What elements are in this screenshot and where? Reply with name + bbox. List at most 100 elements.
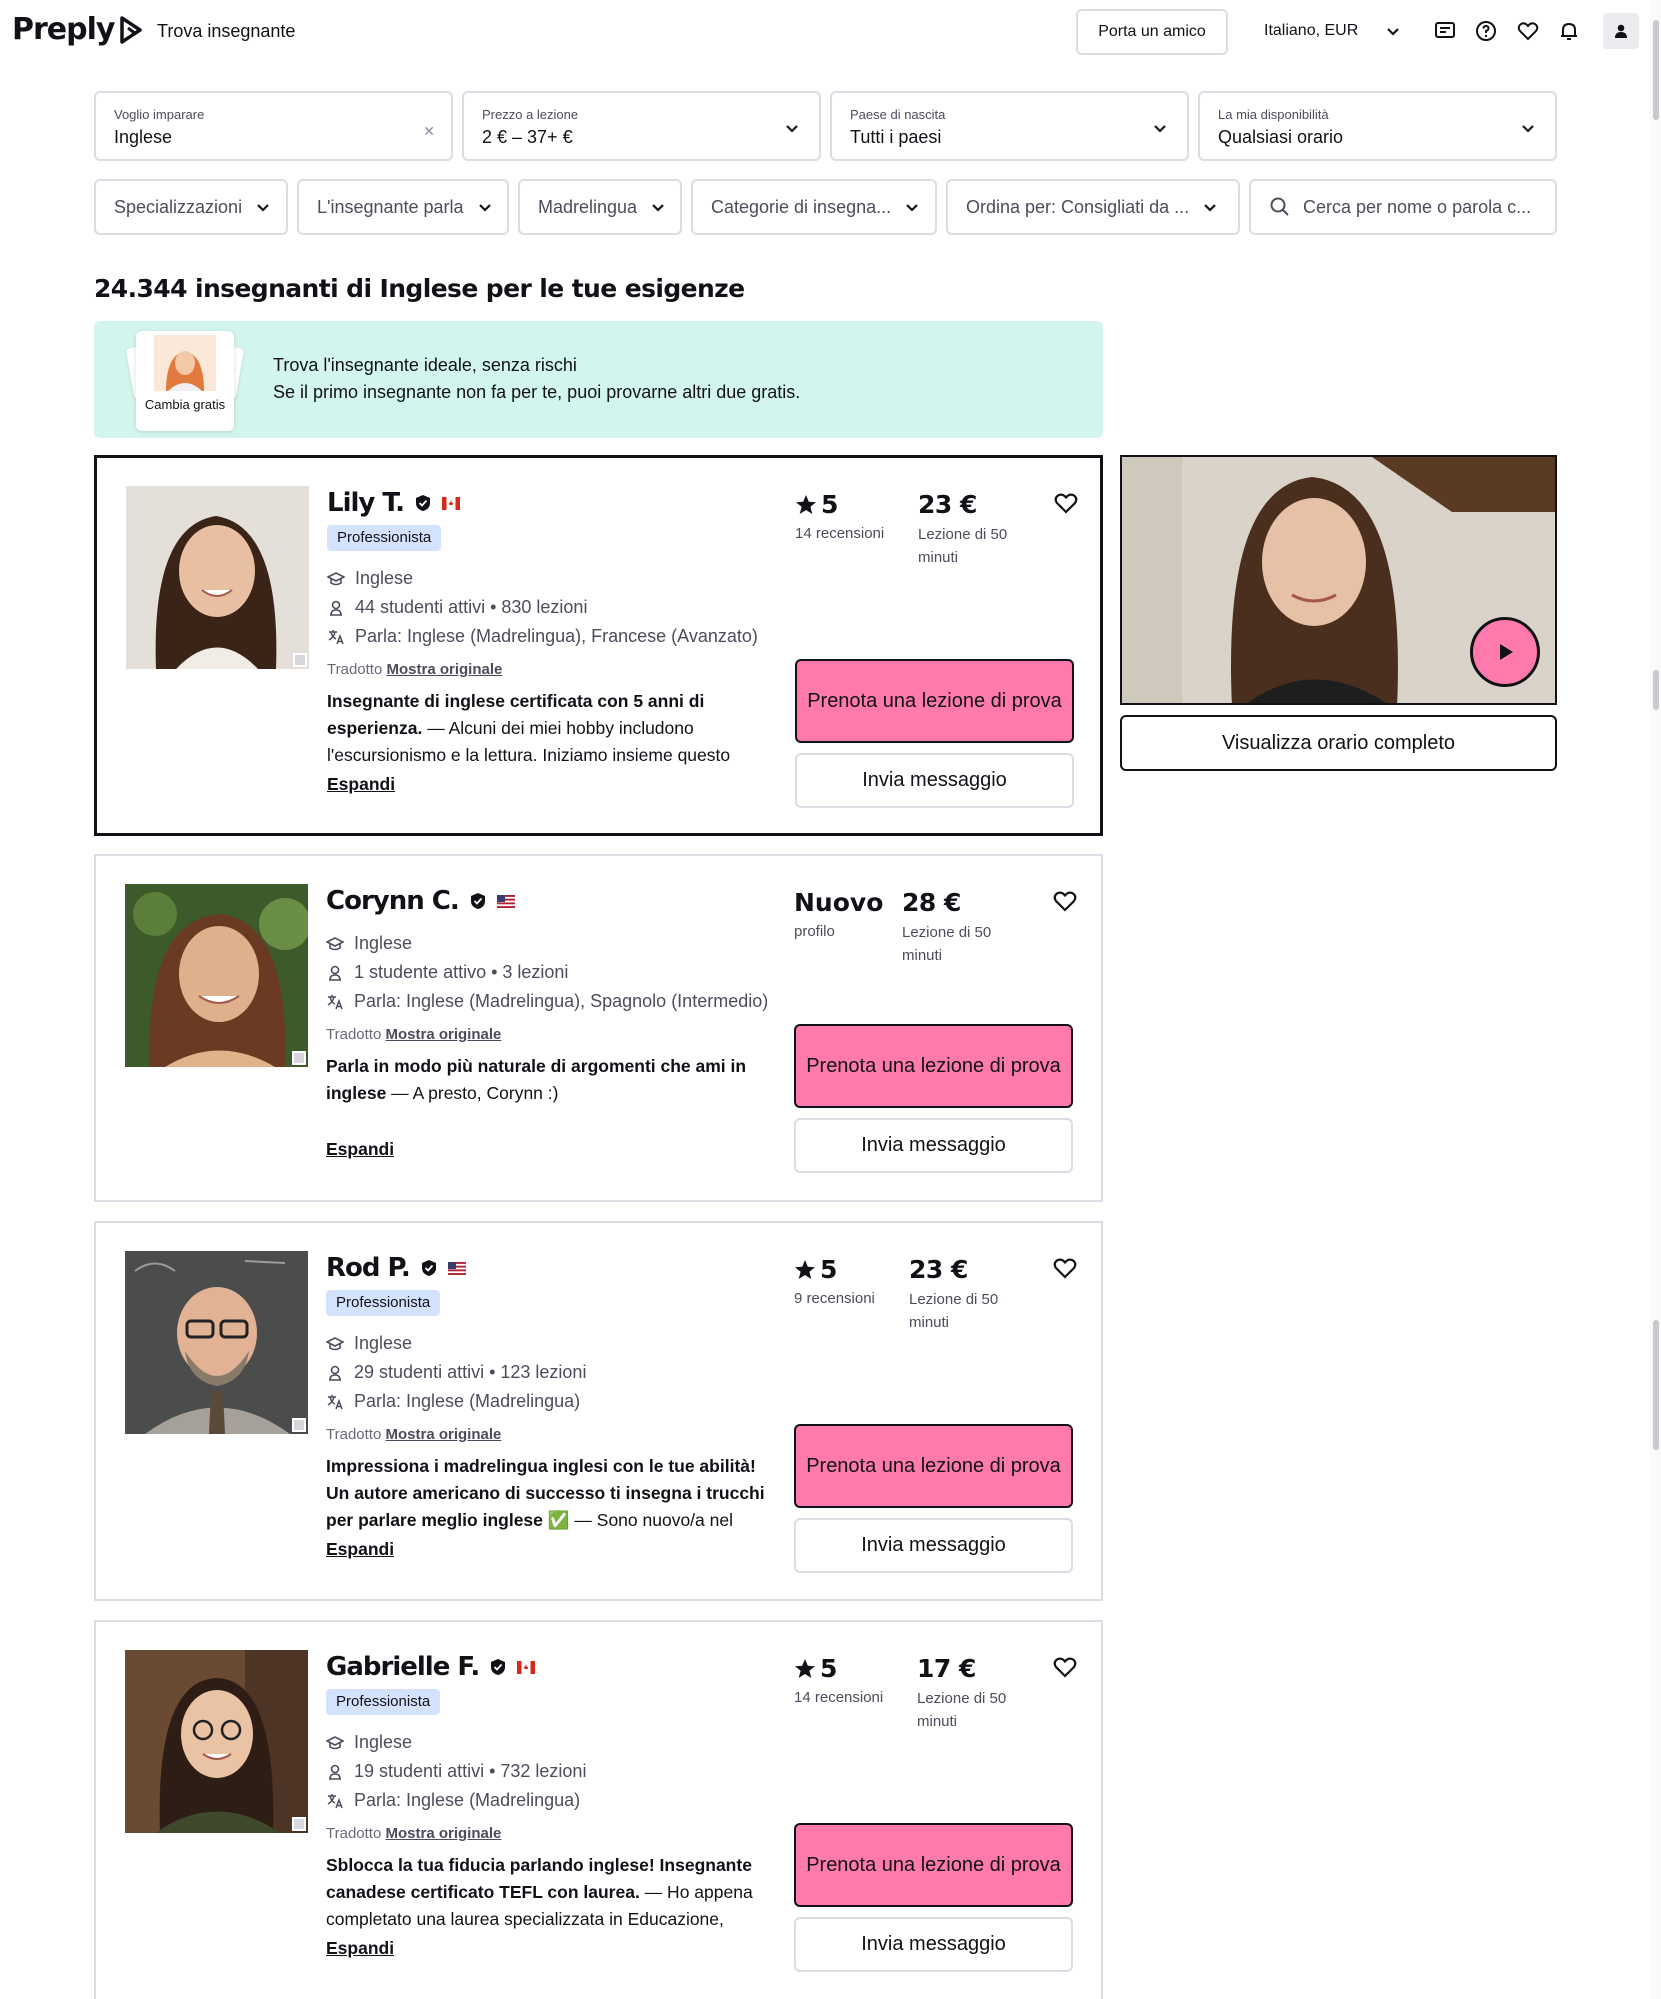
translated-note: Tradotto Mostra originale [327, 661, 502, 678]
book-trial-button[interactable]: Prenota una lezione di prova [794, 1424, 1073, 1508]
translated-label: Tradotto [326, 1825, 382, 1842]
invite-friend-button[interactable]: Porta un amico [1076, 9, 1228, 55]
send-message-button[interactable]: Invia messaggio [794, 1118, 1073, 1173]
language-currency-selector[interactable]: Italiano, EUR [1264, 22, 1402, 40]
subject-line: Inglese [327, 568, 413, 589]
availability-filter-value: Qualsiasi orario [1218, 127, 1344, 147]
tutor-name-row[interactable]: Lily T. [327, 488, 461, 518]
logo-mark-icon [120, 15, 143, 44]
translated-note: Tradotto Mostra originale [326, 1825, 501, 1842]
banner-card-text: Cambia gratis [144, 397, 226, 412]
tutor-description: Parla in modo più naturale di argomenti … [326, 1053, 771, 1135]
tutor-name[interactable]: Gabrielle F. [326, 1652, 480, 1682]
categories-filter[interactable]: Categorie di insegna... [691, 179, 937, 235]
tutor-name[interactable]: Lily T. [327, 488, 405, 518]
tutor-card[interactable]: Corynn C. Inglese 1 studente attivo • 3 … [94, 854, 1103, 1202]
send-message-button[interactable]: Invia messaggio [794, 1518, 1073, 1573]
banner-title: Trova l'insegnante ideale, senza rischi [273, 355, 577, 375]
tutor-name[interactable]: Rod P. [326, 1253, 411, 1283]
book-trial-button[interactable]: Prenota una lezione di prova [794, 1024, 1073, 1108]
show-original-link[interactable]: Mostra originale [386, 661, 502, 678]
show-original-link[interactable]: Mostra originale [385, 1026, 501, 1043]
tutor-photo[interactable] [125, 884, 308, 1067]
specializations-filter[interactable]: Specializzazioni [94, 179, 288, 235]
subject-filter-value: Inglese [114, 127, 173, 147]
languages-text: Parla: Inglese (Madrelingua) [354, 1790, 581, 1810]
tutor-card[interactable]: Lily T. Professionista Inglese 44 studen… [94, 455, 1103, 836]
show-original-link[interactable]: Mostra originale [385, 1426, 501, 1443]
languages-line: Parla: Inglese (Madrelingua), Spagnolo (… [326, 991, 768, 1012]
page-scrollbar[interactable] [1650, 0, 1661, 1999]
tutor-name-row[interactable]: Rod P. [326, 1253, 466, 1283]
price-filter[interactable]: Prezzo a lezione 2 € – 37+ € [462, 91, 821, 161]
subject-filter[interactable]: Voglio imparare Inglese ✕ [94, 91, 453, 161]
help-icon[interactable] [1473, 18, 1499, 44]
country-filter-value: Tutti i paesi [850, 127, 942, 147]
tutor-photo[interactable] [125, 1251, 308, 1434]
students-text: 1 studente attivo • 3 lezioni [354, 962, 569, 982]
tutor-name[interactable]: Corynn C. [326, 886, 460, 916]
send-message-button[interactable]: Invia messaggio [795, 753, 1074, 808]
favorites-heart-icon[interactable] [1515, 18, 1541, 44]
chevron-down-icon [906, 204, 918, 212]
nav-find-tutor[interactable]: Trova insegnante [157, 21, 295, 42]
rating-number: 5 [820, 1255, 838, 1284]
expand-link[interactable]: Espandi [326, 1938, 394, 1959]
tutor-name-row[interactable]: Gabrielle F. [326, 1652, 536, 1682]
tutor-video-preview[interactable] [1120, 455, 1557, 705]
preply-logo[interactable]: Preply [12, 12, 146, 47]
tutor-photo[interactable] [125, 1650, 308, 1833]
online-status [292, 1051, 306, 1065]
show-original-link[interactable]: Mostra originale [385, 1825, 501, 1842]
speaks-filter[interactable]: L'insegnante parla [297, 179, 509, 235]
messages-icon[interactable] [1432, 18, 1458, 44]
specializations-filter-label: Specializzazioni [114, 196, 243, 217]
sort-dropdown[interactable]: Ordina per: Consigliati da ... [946, 179, 1240, 235]
graduation-cap-icon [326, 1735, 344, 1749]
logo-text: Preply [12, 12, 115, 47]
translate-icon [327, 994, 343, 1009]
search-icon [1270, 197, 1289, 216]
price-unit: Lezione di 50 minuti [917, 1690, 1007, 1730]
expand-link[interactable]: Espandi [327, 774, 395, 795]
expand-link[interactable]: Espandi [326, 1139, 394, 1160]
student-icon [329, 1365, 341, 1381]
tutor-photo[interactable] [126, 486, 309, 669]
country-filter[interactable]: Paese di nascita Tutti i paesi [830, 91, 1189, 161]
price-filter-value: 2 € – 37+ € [482, 127, 573, 147]
user-account-button[interactable] [1603, 13, 1639, 49]
tutor-card[interactable]: Gabrielle F. Professionista Inglese 19 s… [94, 1620, 1103, 1999]
favorite-heart-icon[interactable] [1052, 1255, 1078, 1281]
translate-icon [328, 629, 344, 644]
tutor-card[interactable]: Rod P. Professionista Inglese 29 student… [94, 1221, 1103, 1601]
banner-illustration: Cambia gratis [136, 331, 234, 431]
tutor-name-row[interactable]: Corynn C. [326, 886, 515, 916]
languages-text: Parla: Inglese (Madrelingua) [354, 1391, 581, 1411]
translated-note: Tradotto Mostra originale [326, 1426, 501, 1443]
view-full-schedule-button[interactable]: Visualizza orario completo [1120, 715, 1557, 771]
book-trial-button[interactable]: Prenota una lezione di prova [794, 1823, 1073, 1907]
professional-badge: Professionista [327, 525, 442, 551]
search-input[interactable]: Cerca per nome o parola c... [1249, 179, 1557, 235]
notifications-bell-icon[interactable] [1556, 18, 1582, 44]
favorite-heart-icon[interactable] [1053, 490, 1079, 516]
send-message-button[interactable]: Invia messaggio [794, 1917, 1073, 1972]
availability-filter[interactable]: La mia disponibilità Qualsiasi orario [1198, 91, 1557, 161]
favorite-heart-icon[interactable] [1052, 1654, 1078, 1680]
expand-link[interactable]: Espandi [326, 1539, 394, 1560]
graduation-cap-icon [326, 1336, 344, 1350]
sort-dropdown-label: Ordina per: Consigliati da ... [966, 196, 1190, 217]
clear-icon[interactable]: ✕ [423, 123, 435, 140]
play-video-button[interactable] [1470, 617, 1540, 687]
usa-flag-icon [447, 1261, 466, 1275]
price-block: 23 € Lezione di 50 minuti [909, 1255, 1019, 1334]
native-speaker-filter[interactable]: Madrelingua [518, 179, 682, 235]
reviews-count: profilo [794, 923, 835, 940]
students-line: 19 studenti attivi • 732 lezioni [326, 1761, 586, 1782]
favorite-heart-icon[interactable] [1052, 888, 1078, 914]
tutor-description: Impressiona i madrelingua inglesi con le… [326, 1453, 771, 1535]
subject-text: Inglese [355, 568, 414, 588]
students-line: 29 studenti attivi • 123 lezioni [326, 1362, 586, 1383]
results-title: 24.344 insegnanti di Inglese per le tue … [94, 274, 745, 303]
book-trial-button[interactable]: Prenota una lezione di prova [795, 659, 1074, 743]
